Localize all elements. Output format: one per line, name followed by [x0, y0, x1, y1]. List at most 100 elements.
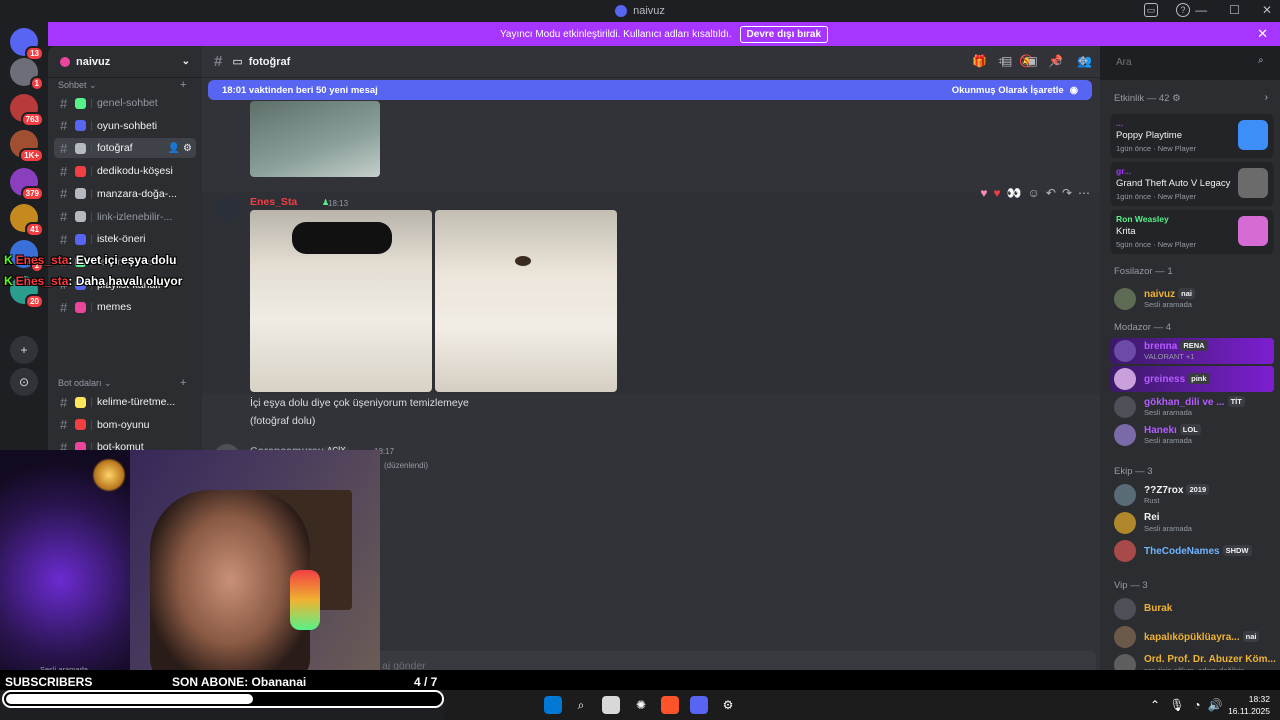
activity-card[interactable]: Ron Weasley Krita 5gün önce · New Player: [1110, 210, 1274, 254]
message-author[interactable]: Enes_Sta: [250, 196, 297, 208]
channel-item[interactable]: # | genel-sohbet: [54, 93, 196, 113]
image-attachment[interactable]: [250, 101, 380, 177]
message-timestamp: 18:13: [328, 199, 349, 208]
volume-icon[interactable]: 🔊: [1206, 696, 1224, 714]
hash-icon: #: [214, 53, 223, 70]
member-name: gökhan_dili ve ... TİT: [1144, 396, 1245, 408]
chatgpt-icon[interactable]: ✺: [632, 696, 650, 714]
channel-name: bom-oyunu: [96, 418, 150, 431]
member-item[interactable]: gökhan_dili ve ... TİT Sesli aramada: [1110, 394, 1274, 420]
add-server-icon[interactable]: +: [10, 336, 38, 364]
hash-icon: #: [60, 209, 68, 224]
channel-emoji-icon: [75, 301, 87, 313]
teddy-with-sunglasses-photo[interactable]: [250, 210, 432, 392]
hash-icon: #: [60, 186, 68, 202]
server-icon[interactable]: 41: [10, 204, 44, 237]
channel-item[interactable]: # | kelime-türetme...: [54, 392, 196, 412]
server-icon[interactable]: 13: [10, 28, 44, 61]
channel-item[interactable]: # | link-izlenebilir-...: [54, 207, 196, 227]
mention-badge: 41: [25, 222, 44, 237]
wifi-icon[interactable]: ◔: [1188, 696, 1206, 714]
channel-name: fotoğraf: [96, 142, 133, 155]
last-subscriber: SON ABONE: Obananai: [172, 675, 307, 689]
file-explorer-icon[interactable]: [602, 696, 620, 714]
discord-taskbar-icon[interactable]: [690, 696, 708, 714]
gif-icon[interactable]: ▤: [1001, 54, 1012, 68]
apps-icon[interactable]: ✥: [1078, 54, 1088, 68]
member-item[interactable]: kapalıköpüklüayra... nai: [1110, 624, 1274, 650]
activity-card[interactable]: ... Poppy Playtime 1gün önce · New Player: [1110, 114, 1274, 158]
member-name: TheCodeNames SHDW: [1144, 545, 1252, 557]
activity-header[interactable]: Etkinlik — 42 ⚙: [1114, 93, 1181, 104]
search-icon[interactable]: ⌕: [572, 696, 590, 714]
more-icon[interactable]: ⋯: [1078, 186, 1090, 200]
member-item[interactable]: greiness pink: [1110, 366, 1274, 392]
teddy-photo[interactable]: [435, 210, 617, 392]
mention-badge: 763: [20, 112, 44, 127]
avatar: [1114, 484, 1136, 506]
channel-emoji-icon: [75, 165, 87, 177]
channel-emoji-icon: [75, 142, 87, 154]
help-icon[interactable]: ?: [1176, 3, 1190, 17]
maximize-button[interactable]: ☐: [1229, 3, 1240, 17]
sub-goal: 4 / 7: [414, 675, 438, 689]
chevron-right-icon[interactable]: ›: [1265, 92, 1268, 103]
channel-item[interactable]: # | manzara-doğa-...: [54, 184, 196, 204]
server-icon[interactable]: 763: [10, 94, 44, 127]
discover-icon[interactable]: ⊙: [10, 368, 38, 396]
member-item[interactable]: Burak: [1110, 596, 1274, 622]
add-reaction-icon[interactable]: ☺: [1028, 186, 1040, 200]
channel-item[interactable]: # | oyun-sohbeti: [54, 116, 196, 136]
avatar: [1114, 626, 1136, 648]
hash-icon: #: [60, 394, 68, 410]
inbox-icon[interactable]: ▭: [1144, 3, 1158, 17]
system-clock[interactable]: 18:32 16.11.2025: [1228, 693, 1270, 717]
emoji-icon[interactable]: ☺: [1052, 54, 1064, 68]
close-window-button[interactable]: ✕: [1262, 3, 1272, 17]
add-channel-icon[interactable]: +: [180, 377, 186, 389]
category-sohbet[interactable]: Sohbet ⌄ +: [58, 79, 186, 91]
guild-header[interactable]: naivuz ⌄: [48, 46, 202, 78]
chevron-up-icon[interactable]: ⌃: [1146, 696, 1164, 714]
activity-card[interactable]: gr... Grand Theft Auto V Legacy 1gün önce …: [1110, 162, 1274, 206]
microphone-icon[interactable]: 🎙: [1168, 696, 1186, 714]
windows-start-icon[interactable]: [544, 696, 562, 714]
forward-icon[interactable]: ↷: [1062, 186, 1072, 200]
server-icon[interactable]: 379: [10, 168, 44, 201]
channel-item[interactable]: # | istek-öneri: [54, 229, 196, 249]
eyes-reaction-icon[interactable]: 👀: [1007, 186, 1022, 200]
member-item[interactable]: brenna RENA VALORANT +1: [1110, 338, 1274, 364]
sticker-icon[interactable]: ▣: [1026, 54, 1037, 68]
add-channel-icon[interactable]: +: [180, 79, 186, 91]
disable-streamer-mode-button[interactable]: Devre dışı bırak: [739, 25, 829, 43]
brave-browser-icon[interactable]: [661, 696, 679, 714]
mark-as-read-button[interactable]: Okunmuş Olarak İşaretle: [952, 85, 1064, 96]
sunglasses-shape: [292, 222, 392, 254]
channel-item[interactable]: # | fotoğraf 👤 ⚙: [54, 138, 196, 159]
category-bot[interactable]: Bot odaları ⌄ +: [58, 377, 186, 389]
avatar[interactable]: [214, 196, 240, 222]
new-messages-bar[interactable]: 18:01 vaktinden beri 50 yeni mesaj Okunm…: [208, 80, 1092, 100]
separator: |: [90, 418, 93, 431]
member-item[interactable]: ??Z7rox 2019 Rust: [1110, 482, 1274, 508]
server-icon[interactable]: 1K+: [10, 130, 44, 163]
channel-item[interactable]: # | dedikodu-köşesi: [54, 161, 196, 181]
channel-item[interactable]: # | memes: [54, 297, 196, 317]
member-item[interactable]: naivuz nai Sesli aramada: [1110, 286, 1274, 312]
pink-heart-reaction-icon[interactable]: ♥: [980, 186, 987, 200]
member-item[interactable]: Hanekı LOL Sesli aramada: [1110, 422, 1274, 448]
channel-item[interactable]: # | bom-oyunu: [54, 415, 196, 435]
steam-icon[interactable]: ⚙: [719, 696, 737, 714]
gift-icon[interactable]: 🎁: [972, 54, 987, 68]
close-icon[interactable]: ✕: [1257, 26, 1268, 42]
invite-settings-icon[interactable]: 👤 ⚙: [168, 143, 192, 154]
server-icon[interactable]: 1: [10, 58, 44, 91]
search-input[interactable]: [1110, 52, 1272, 72]
mention-badge: 1: [29, 76, 44, 91]
subscribers-label: SUBSCRIBERS: [5, 675, 93, 689]
member-item[interactable]: Rei Sesli aramada: [1110, 510, 1274, 536]
minimize-button[interactable]: —: [1195, 3, 1207, 17]
reply-icon[interactable]: ↶: [1046, 186, 1056, 200]
red-heart-reaction-icon[interactable]: ♥: [994, 186, 1001, 200]
member-item[interactable]: TheCodeNames SHDW: [1110, 538, 1274, 564]
